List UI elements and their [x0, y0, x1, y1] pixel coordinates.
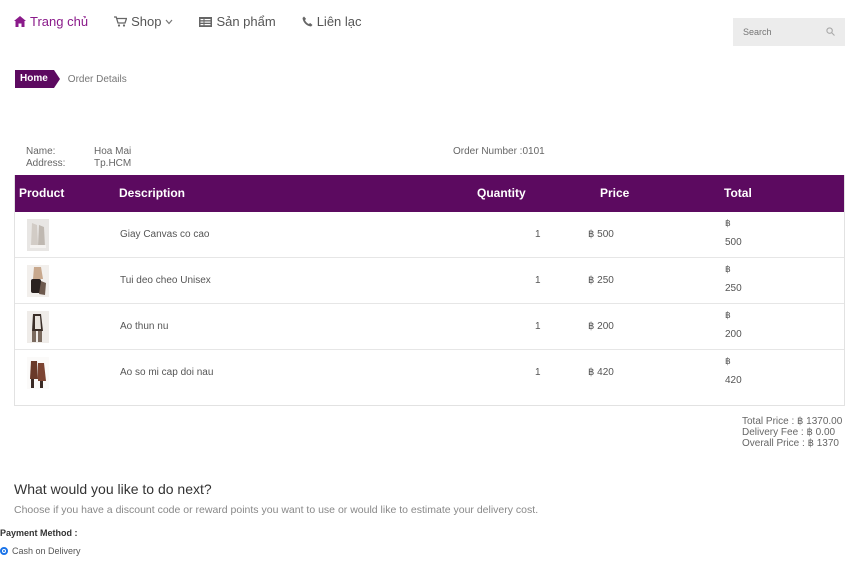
header-total: Total — [724, 186, 752, 200]
product-image-couple-shirts — [27, 357, 49, 389]
overall-price: Overall Price : ฿ 1370 — [742, 438, 839, 449]
breadcrumb-home-link[interactable]: Home — [15, 70, 60, 88]
row-total: 420 — [725, 375, 742, 386]
home-icon — [14, 16, 26, 27]
row-quantity: 1 — [535, 275, 541, 286]
cart-icon — [114, 16, 128, 27]
table-header: Product Description Quantity Price Total — [15, 175, 844, 212]
nav-item-home[interactable]: Trang chủ — [14, 14, 88, 29]
row-total-currency: ฿ — [725, 310, 731, 320]
order-table: Product Description Quantity Price Total… — [14, 175, 845, 406]
cod-radio[interactable] — [0, 547, 8, 555]
chevron-down-icon — [165, 19, 173, 25]
nav-item-label: Liên lạc — [316, 14, 362, 29]
breadcrumb: Home Order Details — [15, 70, 127, 88]
next-steps-description: Choose if you have a discount code or re… — [14, 504, 539, 516]
address-label: Address: — [26, 158, 66, 169]
nav-item-shop[interactable]: Shop — [114, 14, 173, 29]
row-description: Giay Canvas co cao — [120, 229, 210, 240]
payment-method-label: Payment Method : — [0, 528, 78, 538]
row-price: ฿ 420 — [588, 367, 614, 378]
header-description: Description — [119, 186, 186, 200]
product-image-bag — [27, 265, 49, 297]
row-description: Ao so mi cap doi nau — [120, 367, 214, 378]
search-icon[interactable] — [826, 26, 835, 38]
row-quantity: 1 — [535, 367, 541, 378]
phone-icon — [302, 16, 313, 27]
list-icon — [199, 16, 213, 27]
nav-item-label: Trang chủ — [30, 14, 89, 29]
table-row: Tui deo cheo Unisex 1 ฿ 250 ฿ 250 — [15, 258, 844, 304]
row-total: 200 — [725, 329, 742, 340]
table-row: Giay Canvas co cao 1 ฿ 500 ฿ 500 — [15, 212, 844, 258]
row-total: 250 — [725, 283, 742, 294]
row-price: ฿ 200 — [588, 321, 614, 332]
payment-option-label: Cash on Delivery — [12, 546, 81, 556]
nav-item-products[interactable]: Sản phẩm — [199, 14, 276, 29]
row-quantity: 1 — [535, 321, 541, 332]
payment-option-cod[interactable]: Cash on Delivery — [0, 546, 81, 556]
total-price: Total Price : ฿ 1370.00 — [742, 416, 843, 427]
row-total-currency: ฿ — [725, 264, 731, 274]
row-price: ฿ 500 — [588, 229, 614, 240]
table-row: Ao thun nu 1 ฿ 200 ฿ 200 — [15, 304, 844, 350]
customer-info: Name: Hoa Mai Address: Tp.HCM — [26, 146, 131, 170]
header-quantity: Quantity — [477, 186, 526, 200]
row-total: 500 — [725, 237, 742, 248]
order-number: Order Number :0101 — [453, 146, 545, 157]
customer-address: Tp.HCM — [94, 158, 132, 169]
row-description: Ao thun nu — [120, 321, 169, 332]
table-row: Ao so mi cap doi nau 1 ฿ 420 ฿ 420 — [15, 350, 844, 395]
delivery-fee: Delivery Fee : ฿ 0.00 — [742, 427, 836, 438]
row-price: ฿ 250 — [588, 275, 614, 286]
product-image-shirt — [27, 311, 49, 343]
order-summary: Total Price : ฿ 1370.00 Delivery Fee : ฿… — [742, 416, 842, 449]
breadcrumb-current: Order Details — [67, 73, 127, 85]
nav-item-label: Sản phẩm — [216, 14, 276, 29]
row-quantity: 1 — [535, 229, 541, 240]
product-image-shoes — [27, 219, 49, 251]
top-nav: Trang chủ Shop Sản phẩm Liên lạc — [14, 14, 362, 29]
row-total-currency: ฿ — [725, 356, 731, 366]
header-product: Product — [19, 186, 65, 200]
row-description: Tui deo cheo Unisex — [120, 275, 211, 286]
header-price: Price — [600, 186, 630, 200]
search-box — [733, 18, 845, 46]
nav-item-contact[interactable]: Liên lạc — [302, 14, 362, 29]
row-total-currency: ฿ — [725, 218, 731, 228]
search-input[interactable] — [741, 26, 815, 38]
next-steps-title: What would you like to do next? — [14, 481, 212, 497]
nav-item-label: Shop — [131, 14, 162, 29]
name-label: Name: — [26, 146, 56, 157]
customer-name: Hoa Mai — [94, 146, 132, 157]
